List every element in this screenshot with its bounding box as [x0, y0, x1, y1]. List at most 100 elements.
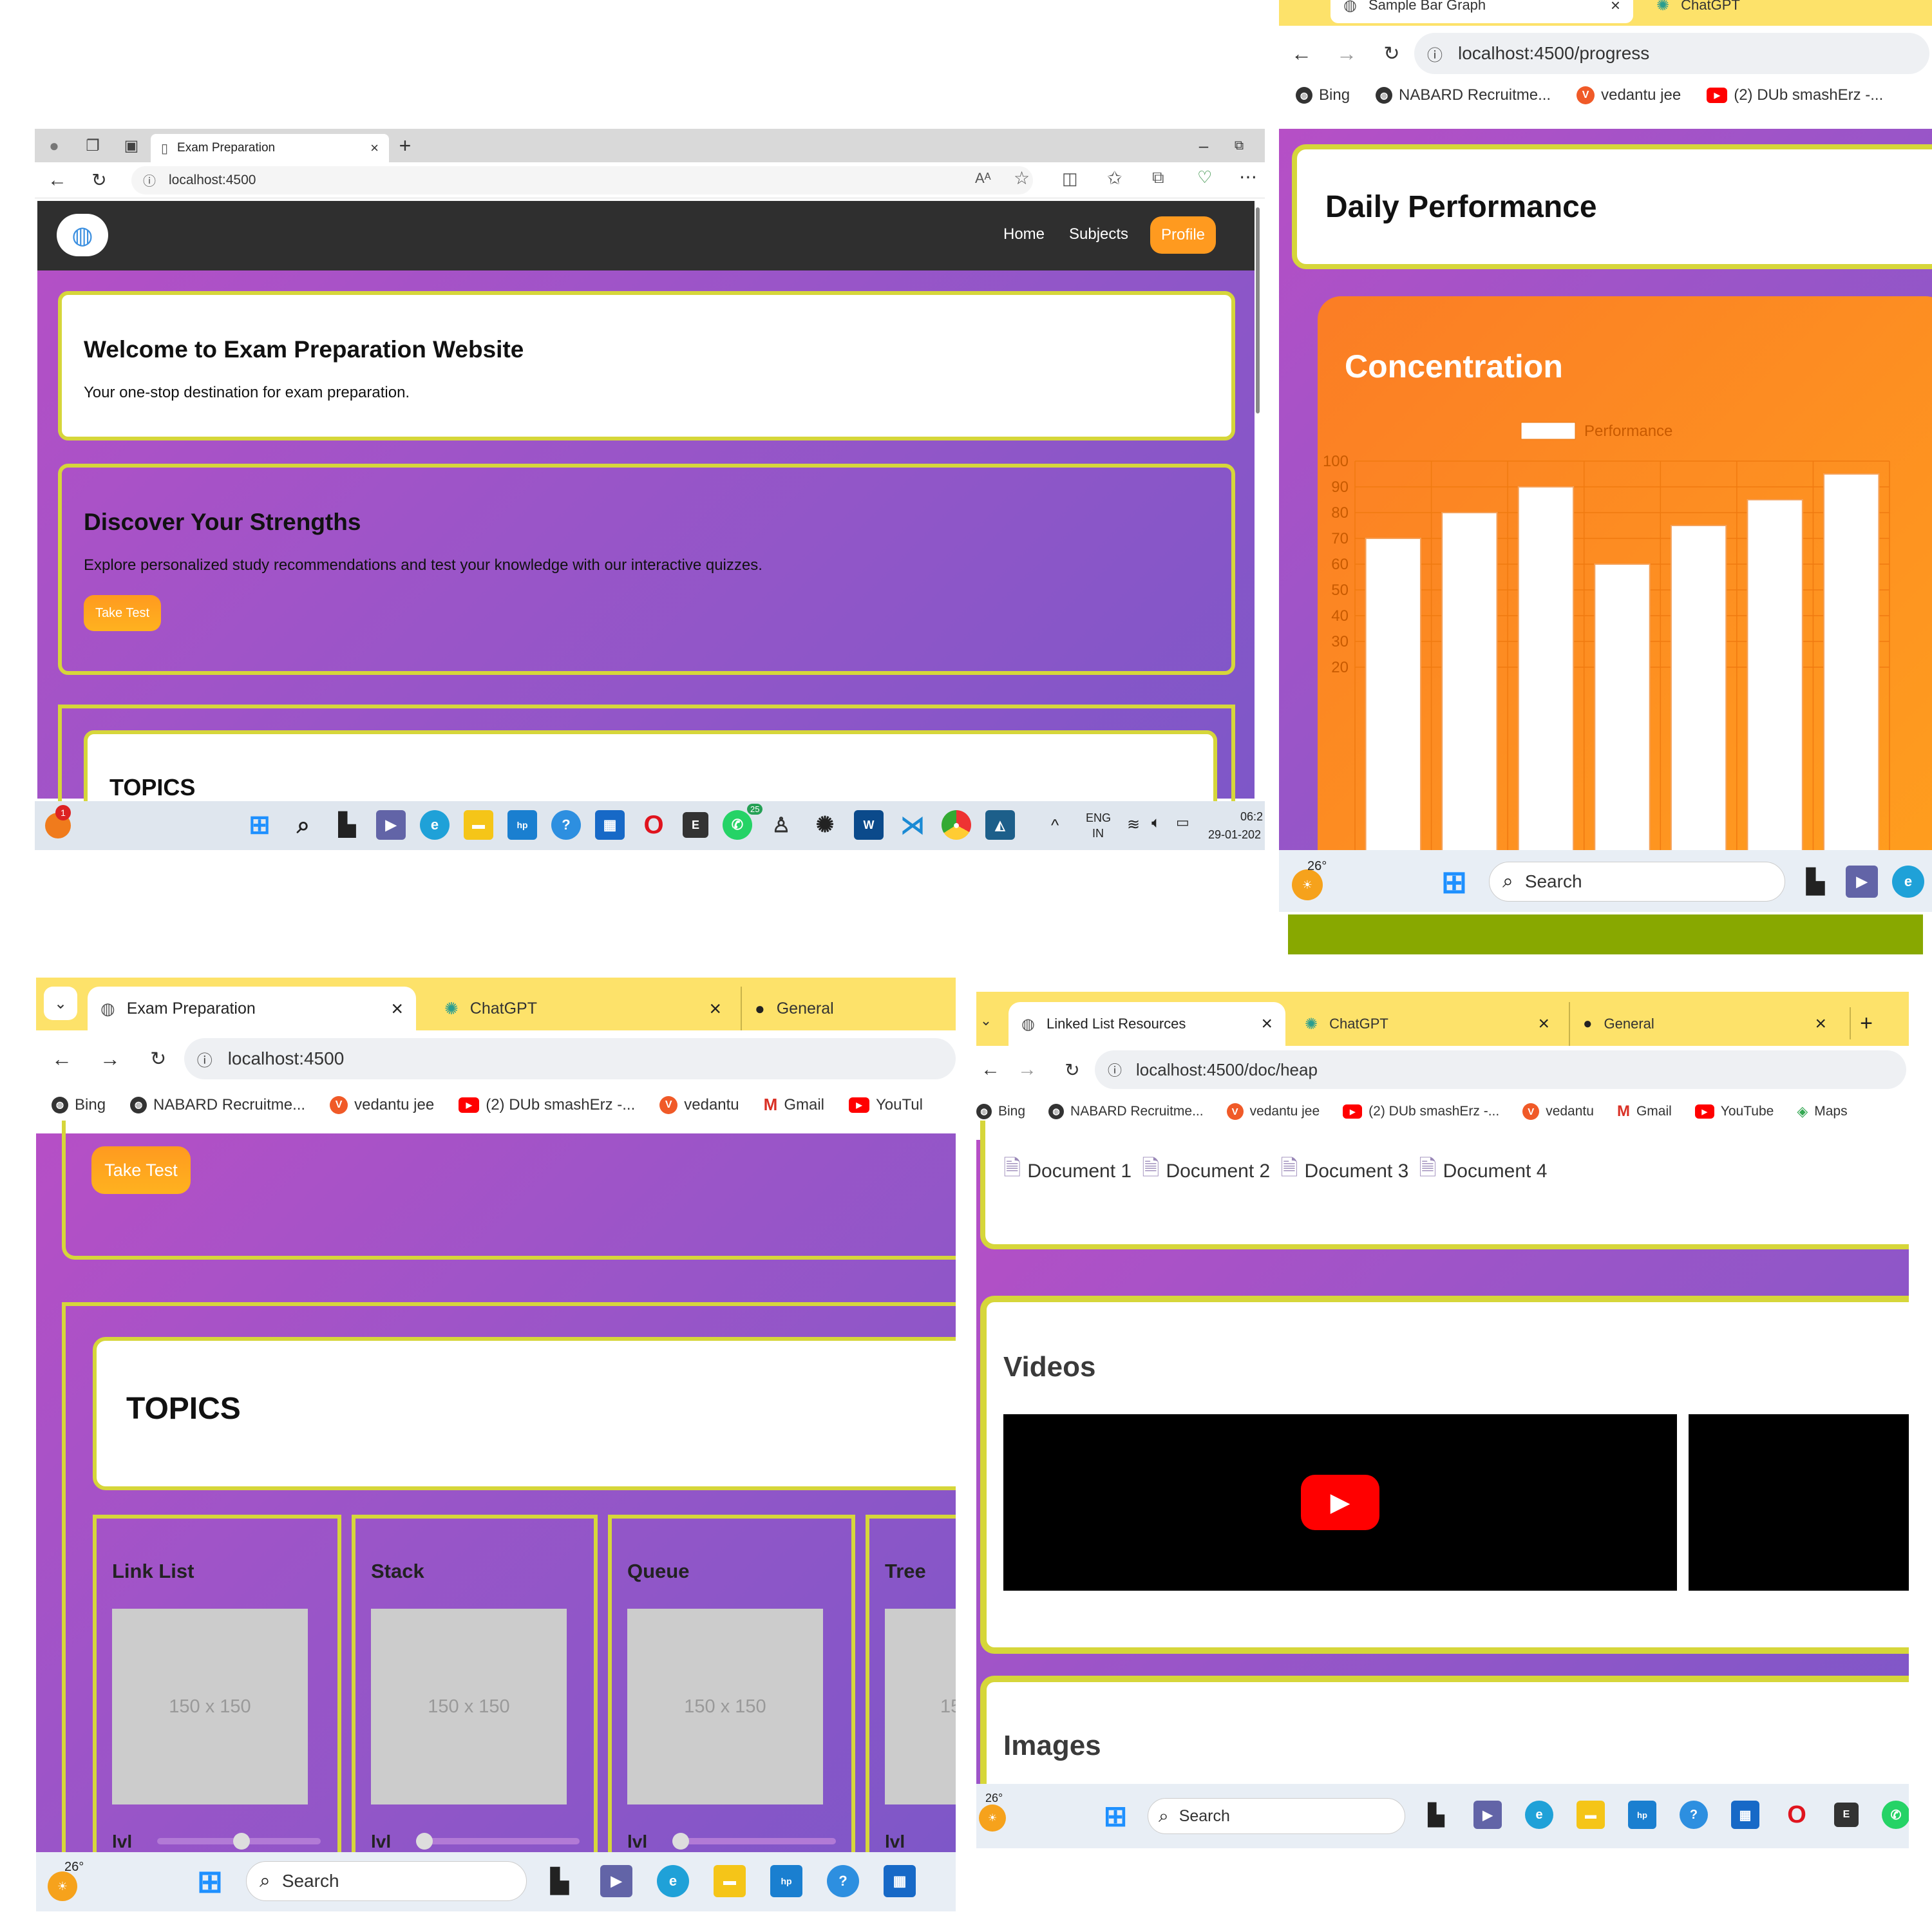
scrollbar[interactable] — [1256, 207, 1260, 413]
tab-chatgpt[interactable]: ✺ ChatGPT × — [431, 987, 734, 1030]
close-tab-icon[interactable]: × — [1538, 1013, 1549, 1035]
close-tab-icon[interactable]: × — [709, 997, 721, 1021]
level-slider[interactable] — [416, 1833, 580, 1850]
bookmark-vedantu-jee[interactable]: Vvedantu jee — [1577, 86, 1681, 104]
back-icon[interactable]: ← — [1279, 42, 1324, 66]
slider-thumb[interactable] — [233, 1833, 250, 1850]
workspaces-icon[interactable]: ❐ — [73, 129, 112, 162]
document-link-1[interactable]: 🗎︎ Document 1 — [1003, 1153, 1132, 1189]
document-link-4[interactable]: 🗎︎ Document 4 — [1419, 1153, 1547, 1189]
bookmark-nabard[interactable]: ◍ NABARD Recruitme... — [130, 1096, 305, 1114]
weather-icon[interactable]: ☀ — [48, 1871, 77, 1901]
task-view-icon[interactable]: ▙ — [544, 1865, 576, 1897]
weather-icon[interactable]: ☀ — [1292, 869, 1323, 900]
bookmark-maps[interactable]: ◈ Maps — [1797, 1103, 1847, 1120]
address-input[interactable]: ⓘ localhost:4500/progress — [1414, 33, 1929, 74]
refresh-icon[interactable]: ↻ — [1050, 1059, 1095, 1081]
taskbar-search[interactable]: ⌕ Search — [246, 1861, 527, 1901]
nav-home[interactable]: Home — [1003, 225, 1045, 243]
rocket-icon[interactable]: ♙ — [766, 810, 796, 840]
vscode-icon[interactable]: ⋊ — [898, 810, 927, 840]
new-tab-button[interactable]: + — [389, 129, 421, 162]
slider-thumb[interactable] — [672, 1833, 689, 1850]
chrome-icon[interactable]: ● — [942, 810, 971, 840]
myhp-icon[interactable]: hp — [1628, 1801, 1656, 1829]
tab-search-icon[interactable]: ⌄ — [44, 987, 77, 1020]
address-input[interactable]: ⓘ localhost:4500 — [131, 166, 1033, 194]
task-view-icon[interactable]: ▙ — [1799, 866, 1832, 898]
store-icon[interactable]: ▦ — [595, 810, 625, 840]
bookmark-youtube-dub[interactable]: ▶ (2) DUb smashErz -... — [1707, 86, 1883, 104]
epic-icon[interactable]: E — [683, 812, 708, 838]
tab-sample-bar-graph[interactable]: ◍ Sample Bar Graph × — [1331, 0, 1633, 23]
taskbar-search[interactable]: ⌕ Search — [1148, 1798, 1405, 1834]
show-hidden-icon[interactable]: ^ — [1051, 815, 1059, 835]
start-icon[interactable]: ⊞ — [1100, 1801, 1131, 1832]
tab-chatgpt[interactable]: ✺ ChatGPT — [1643, 0, 1932, 23]
bookmark-youtube[interactable]: ▶ YouTul — [849, 1096, 923, 1114]
webstorm-icon[interactable]: W — [854, 810, 884, 840]
forward-icon[interactable]: → — [88, 1047, 133, 1071]
bookmark-vedantu-jee[interactable]: Vvedantu jee — [330, 1095, 434, 1114]
new-tab-button[interactable]: + — [1850, 1007, 1882, 1039]
refresh-icon[interactable]: ↻ — [1369, 43, 1414, 65]
nav-profile-button[interactable]: Profile — [1150, 216, 1216, 254]
favorites-icon[interactable]: ✩ — [1107, 167, 1122, 189]
bookmark-gmail[interactable]: M Gmail — [1617, 1103, 1672, 1121]
opera-icon[interactable]: O — [639, 810, 668, 840]
myhp-icon[interactable]: hp — [770, 1865, 802, 1897]
favorite-star-icon[interactable]: ☆ — [1014, 167, 1030, 189]
close-tab-icon[interactable]: × — [1261, 1013, 1273, 1035]
topic-card-link-list[interactable]: Link List 150 x 150 lvl — [93, 1515, 341, 1901]
forward-icon[interactable]: → — [1005, 1059, 1050, 1081]
clock-time[interactable]: 06:2 — [1240, 810, 1263, 824]
bookmark-vedantu[interactable]: Vvedantu — [659, 1095, 739, 1114]
globe-logo-icon[interactable]: ◍ — [57, 214, 108, 256]
task-view-icon[interactable]: ▙ — [1422, 1801, 1450, 1829]
bookmark-youtube-dub[interactable]: ▶ (2) DUb smashErz -... — [459, 1096, 635, 1114]
edge-icon[interactable]: e — [657, 1865, 689, 1897]
refresh-icon[interactable]: ↻ — [133, 1048, 184, 1070]
tab-chatgpt[interactable]: ✺ ChatGPT × — [1292, 1002, 1562, 1046]
teams-icon[interactable]: ▶ — [1846, 866, 1878, 898]
slider-thumb[interactable] — [416, 1833, 433, 1850]
taskbar-search[interactable]: ⌕ Search — [1489, 862, 1785, 902]
collections-icon[interactable]: ⧉ — [1152, 167, 1164, 188]
level-slider[interactable] — [157, 1833, 321, 1850]
opera-icon[interactable]: O — [1783, 1801, 1811, 1829]
teams-icon[interactable]: ▶ — [600, 1865, 632, 1897]
whatsapp-icon[interactable]: ✆ — [723, 810, 752, 840]
tab-exam-preparation[interactable]: ◍ Exam Preparation × — [88, 987, 416, 1030]
bookmark-vedantu[interactable]: Vvedantu — [1522, 1103, 1594, 1120]
forward-icon[interactable]: → — [1324, 42, 1369, 66]
whatsapp-icon[interactable]: ✆ — [1882, 1801, 1909, 1829]
close-tab-icon[interactable]: × — [1611, 0, 1620, 15]
level-slider[interactable] — [672, 1833, 836, 1850]
wifi-icon[interactable]: ≋ — [1127, 815, 1140, 834]
profile-icon[interactable]: ● — [35, 129, 73, 162]
epic-icon[interactable]: E — [1834, 1803, 1859, 1827]
refresh-icon[interactable]: ↻ — [80, 169, 118, 191]
back-icon[interactable]: ← — [36, 1047, 88, 1071]
document-link-2[interactable]: 🗎︎ Document 2 — [1142, 1153, 1270, 1189]
file-explorer-icon[interactable]: ▬ — [1577, 1801, 1605, 1829]
bookmark-bing[interactable]: ◍ Bing — [52, 1096, 106, 1114]
address-input[interactable]: ⓘ localhost:4500/doc/heap — [1095, 1050, 1906, 1089]
help-icon[interactable]: ? — [1680, 1801, 1708, 1829]
minimize-icon[interactable]: – — [1188, 129, 1220, 162]
bookmark-bing[interactable]: ◍ Bing — [1296, 86, 1350, 104]
topic-card-tree[interactable]: Tree 15 lvl — [866, 1515, 956, 1901]
edge-icon[interactable]: e — [420, 810, 450, 840]
address-input[interactable]: ⓘ localhost:4500 — [184, 1038, 956, 1079]
close-tab-icon[interactable]: × — [1815, 1013, 1826, 1035]
teams-icon[interactable]: ▶ — [1473, 1801, 1502, 1829]
help-icon[interactable]: ? — [551, 810, 581, 840]
topic-card-stack[interactable]: Stack 150 x 150 lvl — [352, 1515, 598, 1901]
back-icon[interactable]: ← — [976, 1059, 1005, 1081]
store-icon[interactable]: ▦ — [1731, 1801, 1759, 1829]
edge-icon[interactable]: e — [1892, 866, 1924, 898]
bookmark-nabard[interactable]: ◍ NABARD Recruitme... — [1376, 86, 1551, 104]
tab-actions-icon[interactable]: ▣ — [112, 129, 151, 162]
video-player-1[interactable]: ▶ — [1003, 1414, 1677, 1591]
store-icon[interactable]: ▦ — [884, 1865, 916, 1897]
